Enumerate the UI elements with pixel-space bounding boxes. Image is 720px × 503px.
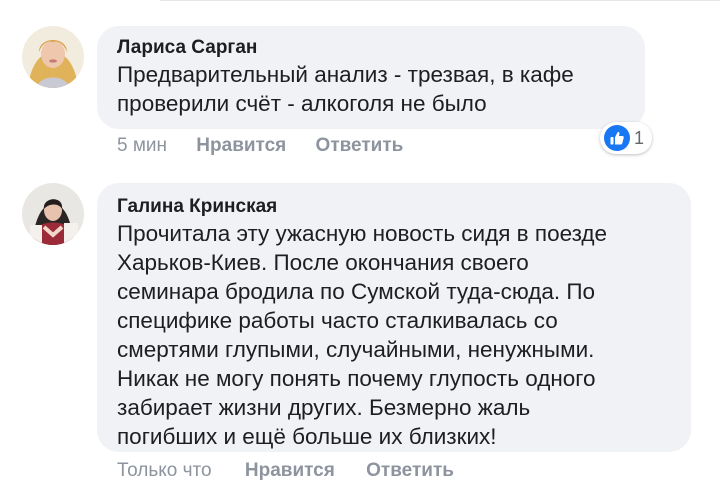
like-button[interactable]: Нравится [245,460,335,481]
comment-bubble: Лариса Сарган Предварительный анализ - т… [97,26,645,129]
avatar[interactable] [22,183,84,245]
comment-text-line: проверили счёт - алкоголя не было [117,91,487,116]
comment-text-line: погибших и ещё больше их близких! [117,424,497,449]
comment-text: Прочитала эту ужасную новость сидя в пое… [117,219,671,451]
comment-author[interactable]: Лариса Сарган [117,36,625,60]
comment-text-line: семинара бродила по Сумской туда-сюда. П… [117,279,596,304]
comment-text-line: специфике работы часто сталкивалась со [117,308,558,333]
reaction-count: 1 [634,127,645,148]
comment-author[interactable]: Галина Кринская [117,195,671,219]
comment-text-line: Никак не могу понять почему глупость одн… [117,366,596,391]
comment-text-line: забирает жизни других. Безмерно жаль [117,395,531,420]
reaction-summary[interactable]: 1 [600,122,653,154]
comment-text-line: Предварительный анализ - трезвая, в кафе [117,62,574,87]
comment-text: Предварительный анализ - трезвая, в кафе… [117,60,625,118]
comment-text-line: Харьков-Киев. После окончания своего [117,250,529,275]
comment-bubble: Галина Кринская Прочитала эту ужасную но… [97,183,691,452]
reply-button[interactable]: Ответить [366,460,454,481]
like-button[interactable]: Нравится [196,135,286,156]
comment-meta: Только что Нравится Ответить [117,459,454,483]
divider [160,0,720,1]
comments-thread: Лариса Сарган Предварительный анализ - т… [0,0,720,503]
comment-meta: 5 мин Нравится Ответить [117,134,403,158]
comment-text-line: смертями глупыми, случайными, ненужными. [117,337,595,362]
comment-timestamp[interactable]: 5 мин [117,135,167,156]
thumbs-up-icon [604,125,630,151]
reply-button[interactable]: Ответить [316,135,404,156]
comment-text-line: Прочитала эту ужасную новость сидя в пое… [117,221,608,246]
avatar[interactable] [22,26,84,88]
comment-timestamp[interactable]: Только что [117,460,212,481]
